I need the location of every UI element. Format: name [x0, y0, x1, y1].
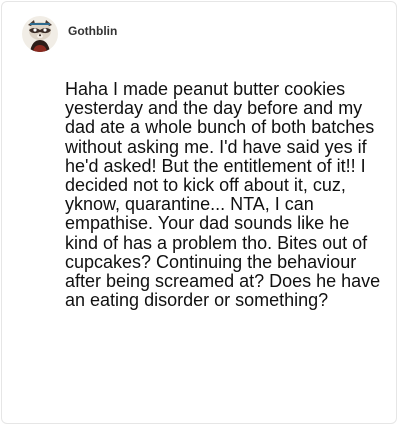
comment-card: Gothblin Haha I made peanut butter cooki… [1, 1, 397, 424]
raccoon-avatar-icon[interactable] [22, 16, 58, 52]
comment-username[interactable]: Gothblin [68, 24, 117, 38]
comment-header: Gothblin [22, 16, 117, 52]
comment-text: Haha I made peanut butter cookies yester… [65, 79, 381, 311]
